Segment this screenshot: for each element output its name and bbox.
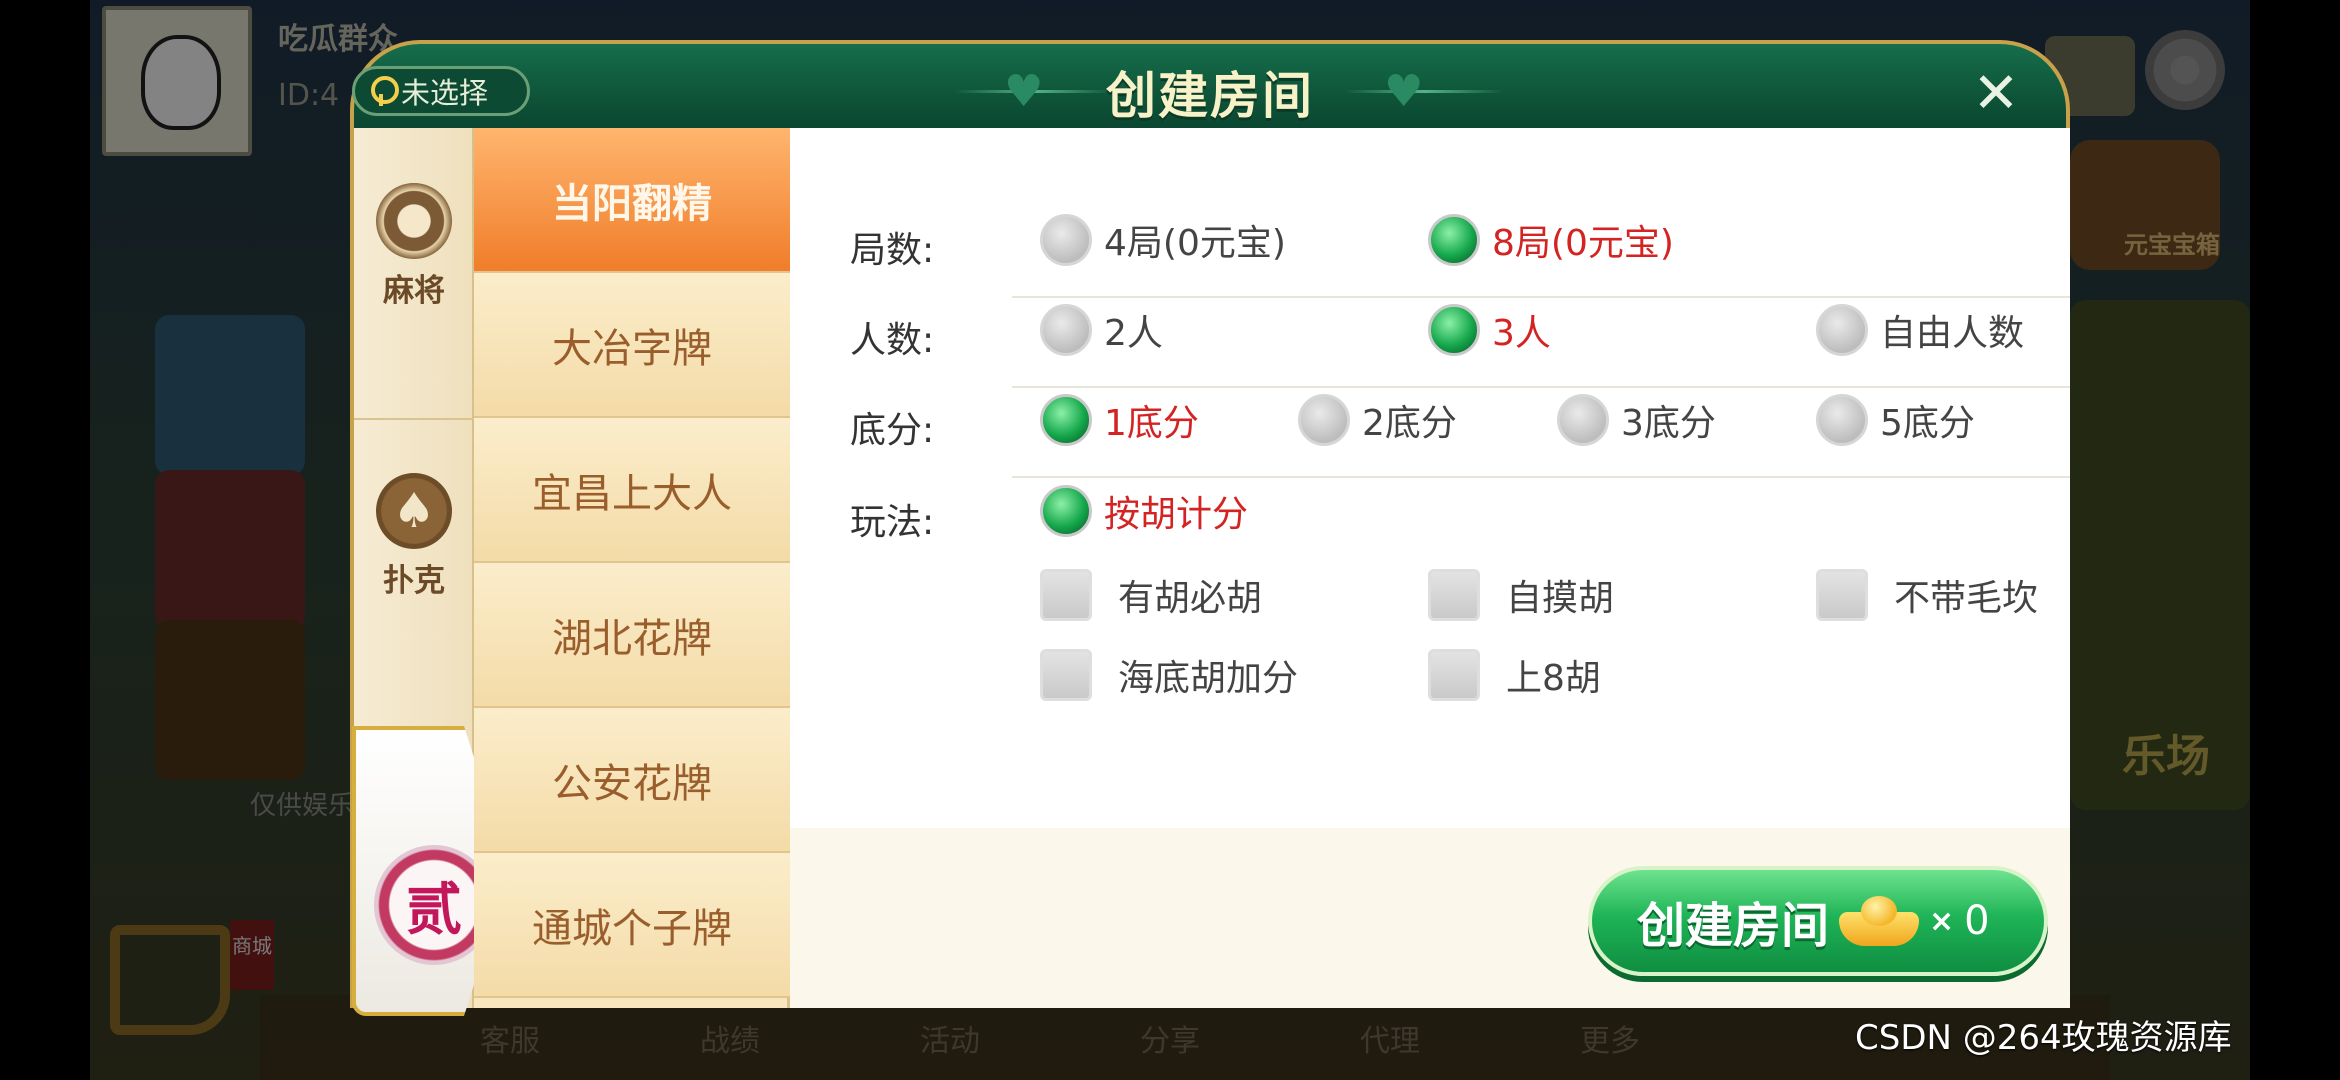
radio-icon (1816, 304, 1868, 356)
checkbox-label: 有胡必胡 (1118, 578, 1263, 619)
game-item-hubei-huapai[interactable]: 湖北花牌 (474, 563, 790, 708)
category-mahjong[interactable]: 麻将 (354, 183, 474, 310)
radio-selected-icon (1040, 485, 1092, 537)
options-panel: 局数: 4局(0元宝) 8局(0元宝) 人数: 2人 3人 自由人数 底分: 1… (790, 128, 2070, 828)
checkbox-label: 自摸胡 (1506, 578, 1615, 619)
radio-selected-icon (1428, 214, 1480, 266)
radio-label: 3底分 (1621, 403, 1716, 444)
radio-label: 1底分 (1104, 403, 1199, 444)
rounds-option-4[interactable]: 4局(0元宝) (1040, 214, 1286, 266)
row-separator (1012, 476, 2070, 478)
players-option-2[interactable]: 2人 (1040, 304, 1163, 356)
checkbox-icon (1428, 649, 1480, 701)
game-item-dangyang-fanjing[interactable]: 当阳翻精 (474, 128, 790, 273)
watermark-text: CSDN @264玫瑰资源库 (1855, 1018, 2232, 1058)
location-label: 未选择 (401, 76, 489, 110)
game-list: 当阳翻精 大冶字牌 宜昌上大人 湖北花牌 公安花牌 通城个子牌 (474, 128, 790, 1008)
category-label: 麻将 (383, 273, 445, 309)
players-option-free[interactable]: 自由人数 (1816, 304, 2024, 356)
radio-label: 按胡计分 (1104, 494, 1249, 535)
radio-label: 2人 (1104, 313, 1163, 354)
radio-label: 8局(0元宝) (1492, 223, 1674, 264)
radio-label: 4局(0元宝) (1104, 223, 1286, 264)
checkbox-8-hu[interactable]: 上8胡 (1428, 649, 1601, 701)
checkbox-self-draw[interactable]: 自摸胡 (1428, 569, 1614, 621)
dialog-title: 创建房间 (1106, 67, 1314, 125)
play-mode-option-hu-score[interactable]: 按胡计分 (1040, 485, 1248, 537)
checkbox-haidi-bonus[interactable]: 海底胡加分 (1040, 649, 1298, 701)
rounds-option-8[interactable]: 8局(0元宝) (1428, 214, 1674, 266)
game-item-yichang-shangdaren[interactable]: 宜昌上大人 (474, 418, 790, 563)
game-item-gongan-huapai[interactable]: 公安花牌 (474, 708, 790, 853)
radio-label: 2底分 (1362, 403, 1457, 444)
location-pin-icon (369, 76, 399, 106)
checkbox-must-hu[interactable]: 有胡必胡 (1040, 569, 1262, 621)
mahjong-icon (376, 183, 452, 259)
radio-icon (1816, 394, 1868, 446)
spade-icon: ♠ (376, 473, 452, 549)
base-score-option-3[interactable]: 3底分 (1557, 394, 1716, 446)
category-divider (354, 418, 474, 420)
base-score-option-1[interactable]: 1底分 (1040, 394, 1199, 446)
cost-multiplier: × (1929, 903, 1955, 939)
row-separator (1012, 386, 2070, 388)
checkbox-no-maokan[interactable]: 不带毛坎 (1816, 569, 2038, 621)
checkbox-icon (1428, 569, 1480, 621)
base-score-option-2[interactable]: 2底分 (1298, 394, 1457, 446)
players-option-3[interactable]: 3人 (1428, 304, 1551, 356)
radio-icon (1040, 214, 1092, 266)
category-label: 扑克 (383, 563, 445, 599)
gold-ingot-icon (1839, 896, 1920, 946)
radio-label: 3人 (1492, 313, 1551, 354)
radio-icon (1557, 394, 1609, 446)
checkbox-icon (1040, 649, 1092, 701)
category-poker[interactable]: ♠ 扑克 (354, 473, 474, 600)
players-label: 人数: (850, 320, 935, 361)
rounds-label: 局数: (850, 230, 935, 271)
play-mode-label: 玩法: (850, 502, 935, 543)
create-room-button-face[interactable]: 创建房间 × 0 (1588, 866, 2048, 976)
checkbox-label: 不带毛坎 (1894, 578, 2039, 619)
radio-selected-icon (1040, 394, 1092, 446)
radio-label: 5底分 (1880, 403, 1975, 444)
create-room-button-label: 创建房间 (1637, 898, 1830, 954)
game-item-daye-zipai[interactable]: 大冶字牌 (474, 273, 790, 418)
close-button[interactable]: ✕ (1966, 66, 2026, 126)
checkbox-label: 上8胡 (1506, 658, 1601, 699)
cost-count: 0 (1964, 898, 1990, 944)
game-item-tongcheng-gezipai[interactable]: 通城个子牌 (474, 853, 790, 998)
checkbox-label: 海底胡加分 (1118, 658, 1299, 699)
radio-icon (1298, 394, 1350, 446)
checkbox-icon (1040, 569, 1092, 621)
checkbox-icon (1816, 569, 1868, 621)
radio-label: 自由人数 (1880, 313, 2025, 354)
row-separator (1012, 296, 2070, 298)
radio-icon (1040, 304, 1092, 356)
base-score-label: 底分: (850, 410, 935, 451)
dialog-header: ♥ ♥ 创建房间 未选择 ✕ (350, 40, 2070, 135)
base-score-option-5[interactable]: 5底分 (1816, 394, 1975, 446)
radio-selected-icon (1428, 304, 1480, 356)
create-room-button[interactable]: 创建房间 × 0 (1588, 866, 2048, 976)
location-button[interactable]: 未选择 (352, 66, 530, 116)
er-badge-char: 贰 (406, 877, 462, 943)
